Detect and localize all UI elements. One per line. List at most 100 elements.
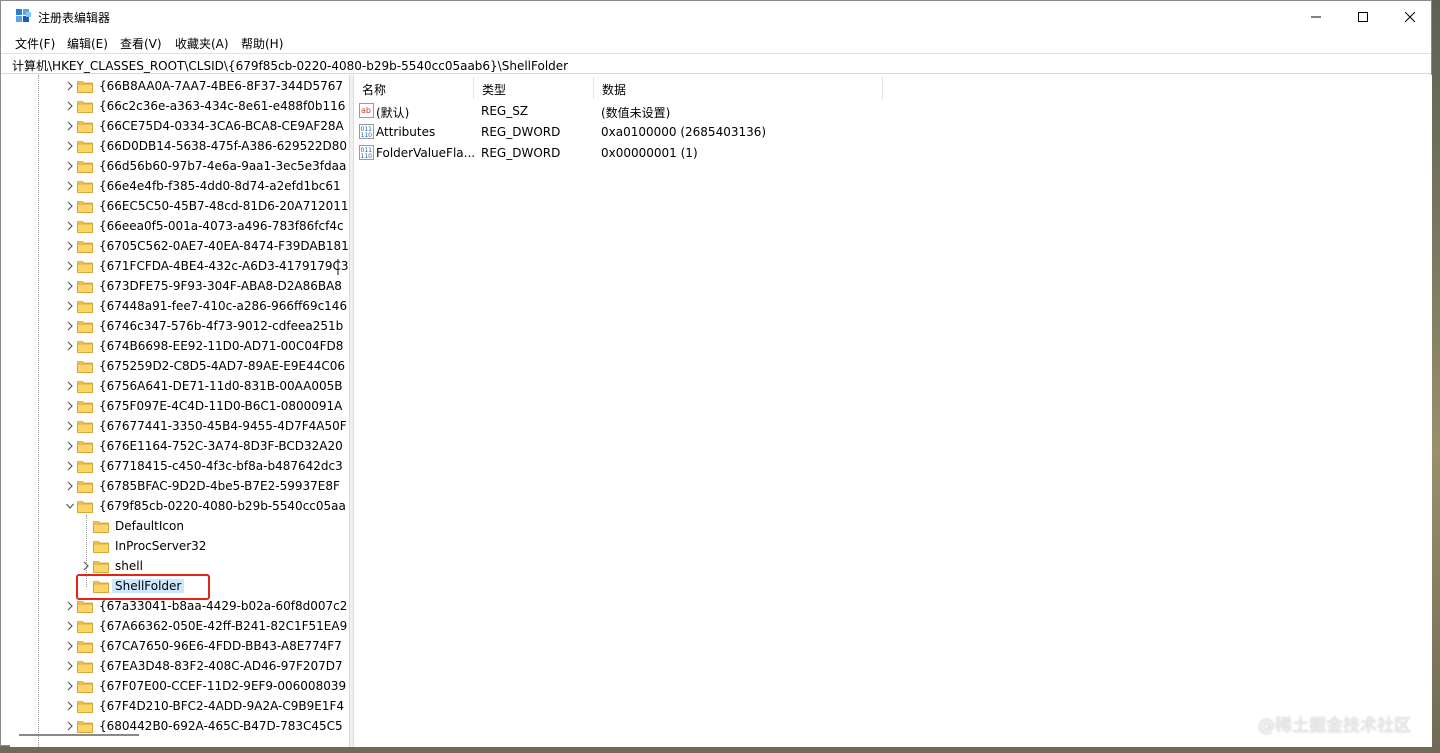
tree-key-item[interactable]: {66e4e4fb-f385-4dd0-8d74-a2efd1bc61 [10, 176, 341, 196]
tree-key-item[interactable]: {66D0DB14-5638-475f-A386-629522D80 [10, 136, 347, 156]
chevron-right-icon[interactable] [66, 661, 74, 671]
menu-file[interactable]: 文件(F) [15, 35, 55, 52]
tree-key-item[interactable]: {66B8AA0A-7AA7-4BE6-8F37-344D5767 [10, 76, 343, 96]
value-row[interactable]: 011 110 Attributes REG_DWORD 0xa0100000 … [354, 122, 1154, 142]
key-tree-pane[interactable]: {66B8AA0A-7AA7-4BE6-8F37-344D5767 {66c2c3… [10, 75, 349, 747]
tree-key-item[interactable]: {674B6698-EE92-11D0-AD71-00C04FD8 [10, 336, 343, 356]
chevron-right-icon[interactable] [66, 221, 74, 231]
chevron-right-icon[interactable] [66, 301, 74, 311]
tree-key-item[interactable]: {6756A641-DE71-11d0-831B-00AA005B [10, 376, 343, 396]
chevron-right-icon[interactable] [82, 561, 90, 571]
tree-key-item[interactable]: {66c2c36e-a363-434c-8e61-e488f0b116 [10, 96, 345, 116]
folder-icon [77, 101, 93, 113]
column-divider[interactable] [473, 77, 474, 99]
menu-help[interactable]: 帮助(H) [241, 35, 283, 52]
tree-key-label: {679f85cb-0220-4080-b29b-5540cc05aa [99, 499, 346, 513]
column-header-name[interactable]: 名称 [362, 81, 386, 98]
chevron-right-icon[interactable] [66, 261, 74, 271]
maximize-button[interactable] [1340, 1, 1386, 32]
chevron-down-icon[interactable] [66, 501, 74, 511]
value-type: REG_SZ [481, 104, 529, 118]
value-row[interactable]: 011 110 FolderValueFla... REG_DWORD 0x00… [354, 143, 1154, 163]
tree-key-item[interactable]: {66eea0f5-001a-4073-a496-783f86fcf4c [10, 216, 344, 236]
chevron-right-icon[interactable] [66, 281, 74, 291]
tree-key-item[interactable]: {675259D2-C8D5-4AD7-89AE-E9E44C06 [10, 356, 345, 376]
tree-subkey-item[interactable]: shell [10, 556, 340, 576]
chevron-right-icon[interactable] [66, 241, 74, 251]
tree-key-item[interactable]: {671FCFDA-4BE4-432c-A6D3-4179179C3 [10, 256, 349, 276]
tree-key-expanded[interactable]: {679f85cb-0220-4080-b29b-5540cc05aa [10, 496, 346, 516]
chevron-right-icon[interactable] [66, 401, 74, 411]
tree-horizontal-scroll-thumb[interactable] [19, 734, 139, 736]
tree-key-item[interactable]: {67CA7650-96E6-4FDD-BB43-A8E774F7 [10, 636, 342, 656]
value-type: REG_DWORD [481, 146, 561, 160]
tree-key-item[interactable]: {66CE75D4-0334-3CA6-BCA8-CE9AF28A [10, 116, 344, 136]
tree-subkey-item[interactable]: InProcServer32 [10, 536, 340, 556]
menu-edit[interactable]: 编辑(E) [67, 35, 108, 52]
chevron-right-icon[interactable] [66, 121, 74, 131]
chevron-right-icon[interactable] [66, 421, 74, 431]
tree-key-item[interactable]: {680442B0-692A-465C-B47D-783C45C5 [10, 716, 343, 736]
tree-key-item[interactable]: {67448a91-fee7-410c-a286-966ff69c146 [10, 296, 347, 316]
tree-key-label: {66d56b60-97b7-4e6a-9aa1-3ec5e3fdaa [99, 159, 347, 173]
address-bar[interactable]: 计算机\HKEY_CLASSES_ROOT\CLSID\{679f85cb-02… [1, 53, 1431, 74]
menu-view[interactable]: 查看(V) [120, 35, 162, 52]
chevron-right-icon[interactable] [66, 641, 74, 651]
tree-key-item[interactable]: {675F097E-4C4D-11D0-B6C1-0800091A [10, 396, 343, 416]
tree-key-item[interactable]: {6785BFAC-9D2D-4be5-B7E2-59937E8F [10, 476, 340, 496]
folder-icon [77, 481, 93, 493]
chevron-right-icon[interactable] [66, 141, 74, 151]
values-pane[interactable]: 名称 类型 数据 ab (默认) REG_SZ (数值未设置) 011 110 … [353, 75, 1432, 747]
tree-key-item[interactable]: {67718415-c450-4f3c-bf8a-b487642dc3 [10, 456, 343, 476]
column-divider[interactable] [882, 77, 883, 99]
tree-key-item[interactable]: {67A66362-050E-42ff-B241-82C1F51EA9 [10, 616, 347, 636]
tree-key-label: DefaultIcon [115, 519, 184, 533]
chevron-right-icon[interactable] [66, 701, 74, 711]
tree-key-item[interactable]: {67F07E00-CCEF-11D2-9EF9-006008039 [10, 676, 346, 696]
tree-key-label: {66EC5C50-45B7-48cd-81D6-20A712011 [99, 199, 349, 213]
tree-key-item[interactable]: {66d56b60-97b7-4e6a-9aa1-3ec5e3fdaa [10, 156, 346, 176]
chevron-right-icon[interactable] [66, 481, 74, 491]
address-path[interactable]: 计算机\HKEY_CLASSES_ROOT\CLSID\{679f85cb-02… [12, 57, 568, 74]
tree-key-item[interactable]: {66EC5C50-45B7-48cd-81D6-20A712011 [10, 196, 349, 216]
column-header-data[interactable]: 数据 [602, 81, 626, 98]
title-bar[interactable]: 注册表编辑器 [1, 1, 1431, 32]
column-header-type[interactable]: 类型 [482, 81, 506, 98]
tree-key-item[interactable]: {676E1164-752C-3A74-8D3F-BCD32A20 [10, 436, 343, 456]
chevron-right-icon[interactable] [66, 321, 74, 331]
chevron-right-icon[interactable] [66, 461, 74, 471]
chevron-right-icon[interactable] [66, 601, 74, 611]
chevron-right-icon[interactable] [66, 101, 74, 111]
folder-icon [77, 281, 93, 293]
registry-editor-window: 注册表编辑器 文件(F) 编辑(E) 查看(V) 收藏夹(A) 帮助(H) 计算… [0, 0, 1432, 747]
chevron-right-icon[interactable] [66, 201, 74, 211]
chevron-right-icon[interactable] [66, 441, 74, 451]
tree-key-item[interactable]: {67677441-3350-45B4-9455-4D7F4A50F [10, 416, 347, 436]
registry-app-icon [16, 9, 31, 22]
value-row[interactable]: ab (默认) REG_SZ (数值未设置) [354, 101, 1154, 121]
chevron-right-icon[interactable] [66, 341, 74, 351]
menu-favorites[interactable]: 收藏夹(A) [175, 35, 229, 52]
tree-key-label: {675F097E-4C4D-11D0-B6C1-0800091A [99, 399, 343, 413]
tree-key-item[interactable]: {67F4D210-BFC2-4ADD-9A2A-C9B9E1F4 [10, 696, 344, 716]
chevron-right-icon[interactable] [66, 181, 74, 191]
chevron-right-icon[interactable] [66, 621, 74, 631]
chevron-right-icon[interactable] [66, 381, 74, 391]
close-icon [1405, 11, 1415, 22]
folder-icon [77, 141, 93, 153]
chevron-right-icon[interactable] [66, 721, 74, 731]
tree-key-label: {676E1164-752C-3A74-8D3F-BCD32A20 [99, 439, 343, 453]
tree-key-label: {66e4e4fb-f385-4dd0-8d74-a2efd1bc61 [99, 179, 341, 193]
tree-key-item[interactable]: {6705C562-0AE7-40EA-8474-F39DAB181 [10, 236, 349, 256]
close-button[interactable] [1387, 1, 1433, 32]
minimize-button[interactable] [1293, 1, 1339, 32]
column-divider[interactable] [593, 77, 594, 99]
chevron-right-icon[interactable] [66, 681, 74, 691]
tree-subkey-item[interactable]: DefaultIcon [10, 516, 340, 536]
chevron-right-icon[interactable] [66, 81, 74, 91]
chevron-right-icon[interactable] [66, 161, 74, 171]
tree-key-item[interactable]: {673DFE75-9F93-304F-ABA8-D2A86BA8 [10, 276, 342, 296]
tree-key-item[interactable]: {67EA3D48-83F2-408C-AD46-97F207D7 [10, 656, 343, 676]
tree-key-item[interactable]: {6746c347-576b-4f73-9012-cdfeea251b [10, 316, 343, 336]
value-data: 0xa0100000 (2685403136) [601, 125, 767, 139]
